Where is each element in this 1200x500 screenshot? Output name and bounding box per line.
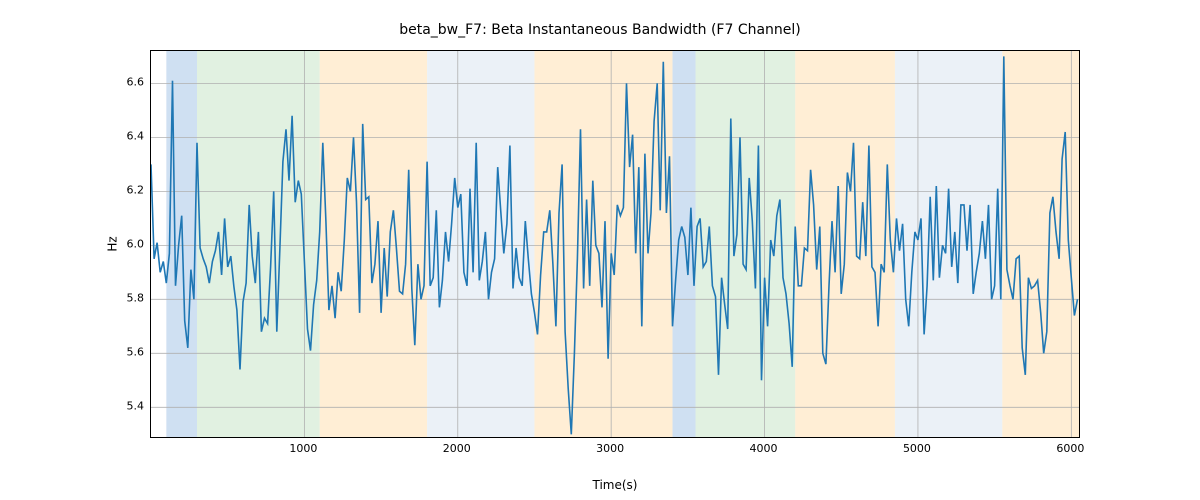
x-tick-label: 6000 <box>1056 442 1084 455</box>
y-axis-label: Hz <box>104 50 122 438</box>
background-band <box>427 51 534 437</box>
chart-title: beta_bw_F7: Beta Instantaneous Bandwidth… <box>0 22 1200 38</box>
x-tick-label: 1000 <box>289 442 317 455</box>
x-tick-label: 5000 <box>903 442 931 455</box>
x-tick-label: 4000 <box>750 442 778 455</box>
x-tick-label: 2000 <box>443 442 471 455</box>
x-tick-label: 3000 <box>596 442 624 455</box>
background-band <box>166 51 197 437</box>
plot-area <box>151 51 1079 437</box>
x-axis-label: Time(s) <box>150 478 1080 492</box>
figure: beta_bw_F7: Beta Instantaneous Bandwidth… <box>0 0 1200 500</box>
axes <box>150 50 1080 438</box>
background-band <box>1002 51 1079 437</box>
